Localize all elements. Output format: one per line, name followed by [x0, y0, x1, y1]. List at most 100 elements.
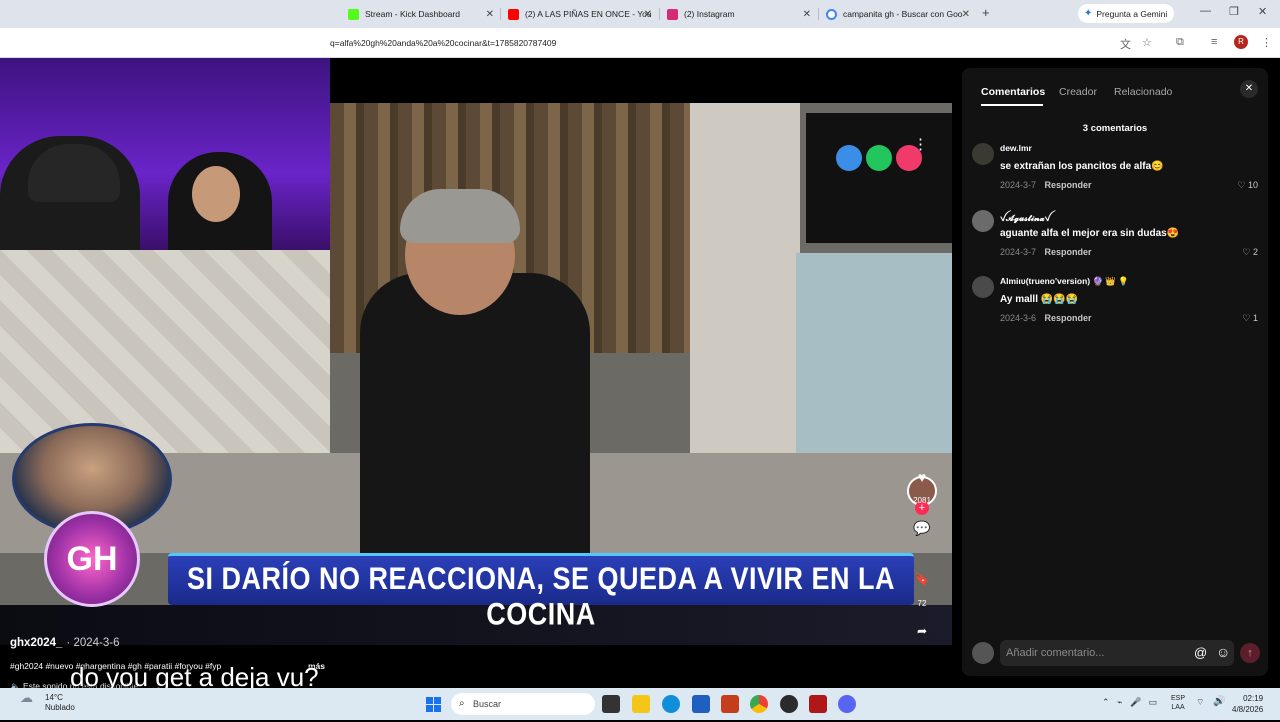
language-indicator[interactable]: ESP LAA [1171, 694, 1185, 712]
comment-date: 2024-3-7 [1000, 247, 1037, 257]
tab-label: campanita gh - Buscar con Goo [843, 9, 963, 19]
comment-icon[interactable]: 💬 [907, 520, 937, 537]
instagram-favicon-icon [667, 8, 678, 20]
video-author[interactable]: ghx2024_ · 2024-3-6 [10, 637, 120, 649]
comment-like[interactable]: ♡ 10 [1237, 180, 1258, 191]
heart-icon[interactable]: ♥ [907, 469, 937, 485]
comment-item: Almiιυ(trueno'version) 🔮 👑 💡 Ay malll 😭😭… [972, 276, 1262, 336]
share-icon[interactable]: ➦ [907, 624, 937, 638]
clock-time: 02:19 [1243, 694, 1264, 703]
comment-count: 3 comentarios [1082, 123, 1148, 134]
comment-meta: 2024-3-6 Responder [1000, 313, 1092, 323]
close-icon[interactable]: ✕ [1240, 80, 1258, 98]
volume-icon[interactable]: 🔊 [1213, 696, 1225, 707]
extensions-icon[interactable]: ⧉ [1176, 36, 1184, 49]
store-icon[interactable] [692, 695, 710, 713]
comment-user[interactable]: ꪜ𝓐𝓰𝓾𝓼𝓽𝓲𝓷𝓪ꪜ [1000, 210, 1051, 228]
saves-count: 72 [917, 599, 927, 608]
obs-icon[interactable] [780, 695, 798, 713]
search-icon: ⌕ [459, 698, 465, 709]
chevron-down-icon[interactable]: ⌄ [907, 338, 937, 352]
comment-meta: 2024-3-7 Responder [1000, 180, 1092, 190]
tab-close-icon[interactable]: ✕ [803, 9, 811, 20]
active-tab-underline [981, 104, 1043, 106]
system-tray[interactable]: ⌃ ⌁ 🎤 ▭ [1102, 697, 1157, 708]
tab-youtube[interactable]: (2) A LAS PIÑAS EN ONCE - You ✕ [508, 4, 652, 24]
powerpoint-icon[interactable] [721, 695, 739, 713]
url-field[interactable]: q=alfa%20gh%20anda%20a%20cocinar&t=17858… [330, 38, 556, 48]
tab-creador[interactable]: Creador [1059, 86, 1097, 98]
browser-tab-bar: Stream - Kick Dashboard ✕ (2) A LAS PIÑA… [0, 0, 1280, 28]
likes-count: 2081 [913, 496, 931, 505]
kick-favicon-icon [348, 8, 359, 20]
cloud-icon: ☁ [20, 690, 33, 705]
tab-close-icon[interactable]: ✕ [962, 9, 970, 20]
avatar[interactable] [972, 276, 994, 298]
comment-text: Ay malll 😭😭😭 [1000, 294, 1079, 305]
windows-start-icon[interactable] [426, 697, 441, 712]
weather-desc: Nublado [45, 703, 75, 712]
translate-icon[interactable]: 文 [1120, 36, 1131, 52]
tab-close-icon[interactable]: ✕ [644, 9, 652, 20]
tab-label: (2) Instagram [684, 9, 735, 19]
author-name[interactable]: ghx2024_ [10, 637, 62, 649]
bookmark-icon[interactable]: 🔖 [907, 572, 937, 586]
emoji-icon[interactable]: ☺ [1216, 644, 1230, 660]
media-controls-icon[interactable]: ≡ [1211, 36, 1217, 48]
window-close-icon[interactable]: ✕ [1258, 5, 1267, 18]
new-tab-button[interactable]: + [982, 5, 990, 20]
tab-kick-dashboard[interactable]: Stream - Kick Dashboard ✕ [348, 4, 494, 24]
kebab-menu-icon[interactable]: ⋮ [1261, 36, 1272, 49]
comment-user[interactable]: dew.lmr [1000, 143, 1032, 153]
man-figure [360, 273, 590, 553]
comment-date: 2024-3-6 [1000, 313, 1037, 323]
minimize-icon[interactable]: — [1200, 5, 1211, 17]
tab-comentarios[interactable]: Comentarios [981, 86, 1045, 98]
clock-date: 4/8/2026 [1232, 705, 1264, 714]
profile-avatar[interactable]: R [1234, 35, 1248, 49]
comment-meta: 2024-3-7 Responder [1000, 247, 1092, 257]
tab-close-icon[interactable]: ✕ [486, 9, 494, 20]
reply-button[interactable]: Responder [1045, 247, 1092, 257]
edge-icon[interactable] [662, 695, 680, 713]
send-icon[interactable]: ↑ [1240, 643, 1260, 663]
tab-label: Stream - Kick Dashboard [365, 9, 460, 19]
mention-icon[interactable]: @ [1194, 645, 1207, 660]
comment-user[interactable]: Almiιυ(trueno'version) 🔮 👑 💡 [1000, 276, 1129, 287]
more-options-icon[interactable]: ⋮ [913, 135, 928, 153]
maximize-icon[interactable]: ❐ [1229, 5, 1239, 18]
app-icon[interactable] [809, 695, 827, 713]
comments-panel: Comentarios Creador Relacionado ✕ 3 come… [962, 68, 1268, 676]
chrome-icon[interactable] [750, 695, 768, 713]
comment-text: aguante alfa el mejor era sin dudas😍 [1000, 228, 1180, 239]
weather-temp: 14°C [45, 693, 63, 702]
comment-text: se extrañan los pancitos de alfa😊 [1000, 161, 1164, 172]
reply-button[interactable]: Responder [1045, 180, 1092, 190]
comment-like[interactable]: ♡ 2 [1242, 247, 1258, 258]
clock[interactable]: 02:19 4/8/2026 [1232, 693, 1263, 715]
discord-icon[interactable] [838, 695, 856, 713]
comment-item: dew.lmr se extrañan los pancitos de alfa… [972, 143, 1262, 203]
gh-logo-text: GH [66, 540, 118, 578]
streamer-webcam [0, 58, 330, 250]
gemini-label: Pregunta a Gemini [1096, 8, 1168, 19]
taskbar-search[interactable]: ⌕ Buscar [451, 693, 595, 715]
comment-like[interactable]: ♡ 1 [1242, 313, 1258, 324]
network-icon[interactable]: ⌔ [1196, 697, 1204, 708]
bookmark-star-icon[interactable]: ☆ [1142, 36, 1152, 49]
gemini-button[interactable]: ✦ Pregunta a Gemini [1078, 4, 1174, 23]
task-view-icon[interactable] [602, 695, 620, 713]
file-explorer-icon[interactable] [632, 695, 650, 713]
reply-button[interactable]: Responder [1045, 313, 1092, 323]
tab-label: (2) A LAS PIÑAS EN ONCE - You [525, 9, 652, 19]
avatar[interactable] [972, 210, 994, 232]
avatar[interactable] [972, 143, 994, 165]
tab-instagram[interactable]: (2) Instagram ✕ [667, 4, 811, 24]
tab-relacionado[interactable]: Relacionado [1114, 86, 1172, 98]
gh-logo: GH [44, 511, 140, 607]
tab-google-search[interactable]: campanita gh - Buscar con Goo ✕ [826, 4, 970, 24]
comment-date: 2024-3-7 [1000, 180, 1037, 190]
search-label: Buscar [473, 699, 502, 709]
news-banner: SI DARÍO NO REACCIONA, SE QUEDA A VIVIR … [168, 553, 914, 632]
like-count: 1 [1252, 313, 1258, 323]
